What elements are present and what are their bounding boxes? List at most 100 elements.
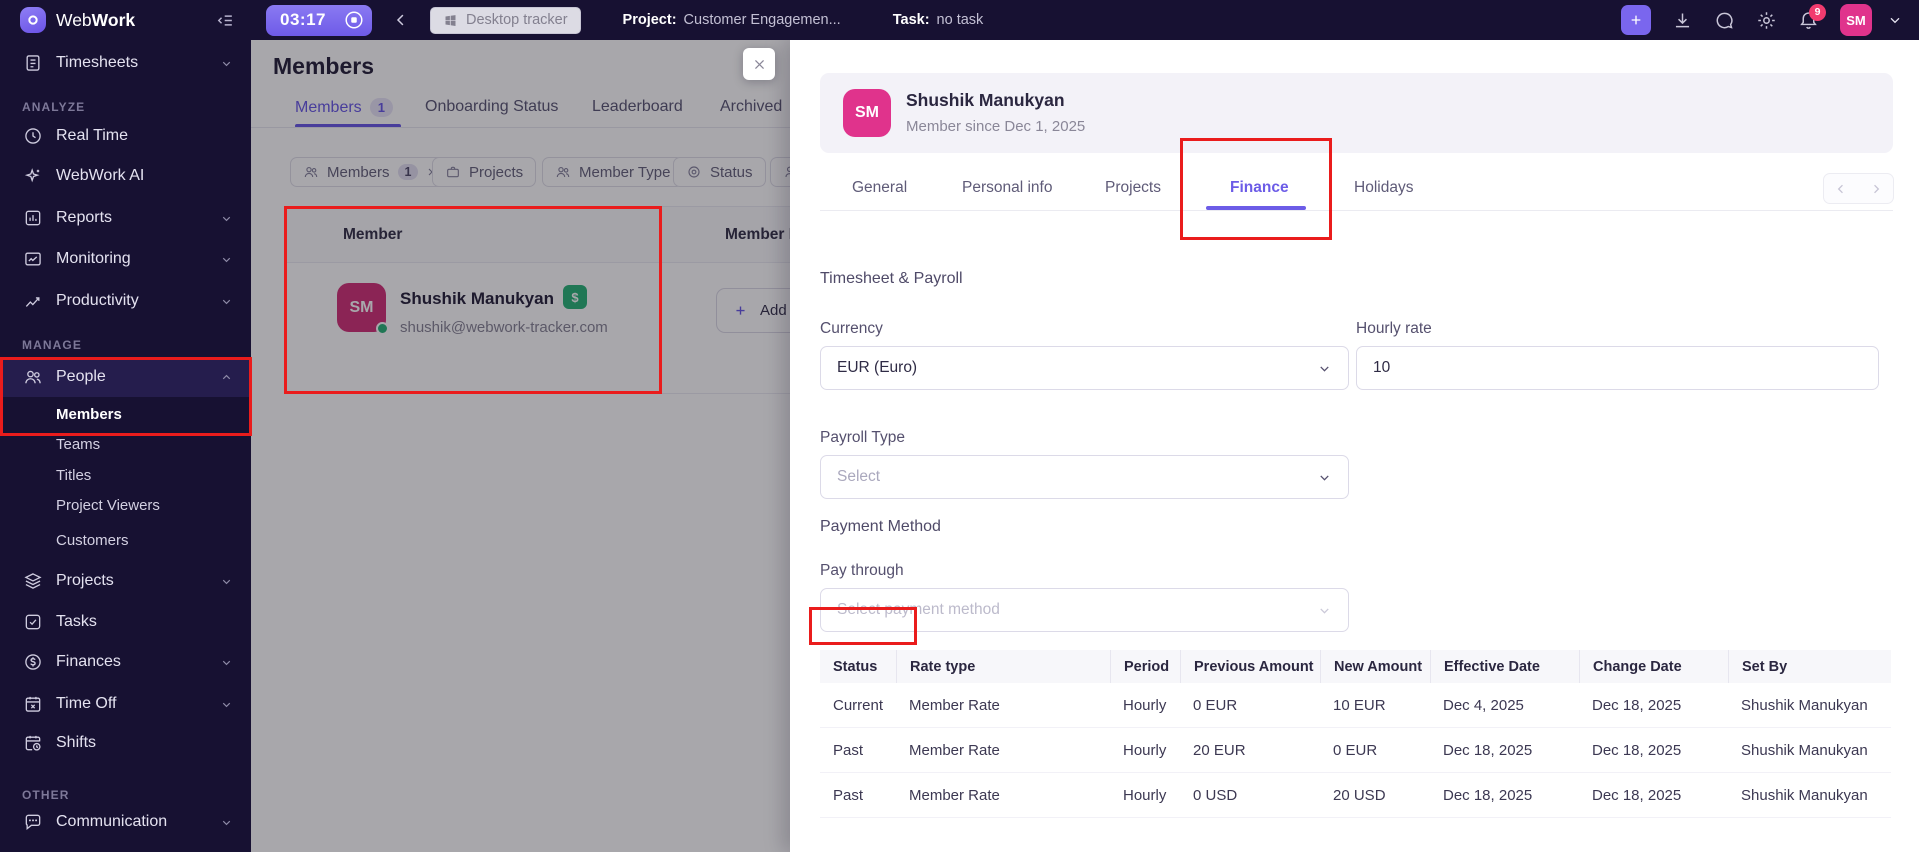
sidebar-item-label: WebWork AI bbox=[56, 167, 144, 185]
current-project: Project: Customer Engagemen... bbox=[623, 12, 841, 28]
sidebar-item-label: Monitoring bbox=[56, 250, 131, 268]
timesheets-icon bbox=[22, 53, 43, 73]
desktop-tracker-label: Desktop tracker bbox=[466, 12, 568, 28]
rate-history-row: Past Member Rate Hourly 20 EUR 0 EUR Dec… bbox=[820, 728, 1891, 773]
chevron-down-icon bbox=[220, 656, 233, 669]
chevron-down-icon bbox=[220, 253, 233, 266]
task-label: Task: bbox=[893, 12, 930, 28]
sidebar-subitem-project-viewers[interactable]: Project Viewers bbox=[0, 491, 251, 519]
sidebar-item-label: Time Off bbox=[56, 695, 116, 713]
sidebar-item-communication[interactable]: Communication bbox=[0, 802, 251, 842]
sidebar: WebWork Timesheets ANALYZE Real Time Web… bbox=[0, 0, 251, 852]
sidebar-item-webwork-ai[interactable]: WebWork AI bbox=[0, 156, 251, 196]
sidebar-item-reports[interactable]: Reports bbox=[0, 198, 251, 238]
calendar-x-icon bbox=[22, 694, 43, 714]
webwork-logo bbox=[20, 7, 46, 33]
pay-through-placeholder: Select payment method bbox=[837, 601, 1000, 619]
gear-icon[interactable] bbox=[1756, 10, 1777, 31]
member-header-banner: SM Shushik Manukyan Member since Dec 1, … bbox=[820, 73, 1893, 153]
notifications-bell-icon[interactable]: 9 bbox=[1798, 10, 1819, 31]
sidebar-item-label: Productivity bbox=[56, 292, 139, 310]
monitoring-icon bbox=[22, 249, 43, 269]
sidebar-item-label: Tasks bbox=[56, 613, 97, 631]
col-previous-amount: Previous Amount bbox=[1180, 650, 1320, 683]
section-payment-method: Payment Method bbox=[820, 518, 941, 536]
sidebar-item-timesheets[interactable]: Timesheets bbox=[0, 43, 251, 83]
section-timesheet-payroll: Timesheet & Payroll bbox=[820, 270, 963, 288]
sidebar-subitem-customers[interactable]: Customers bbox=[0, 526, 251, 554]
topbar-actions: 9 SM bbox=[1621, 4, 1919, 36]
add-new-button[interactable] bbox=[1621, 5, 1651, 35]
sidebar-item-finances[interactable]: Finances bbox=[0, 642, 251, 682]
section-other: OTHER bbox=[22, 788, 70, 802]
tab-projects[interactable]: Projects bbox=[1105, 179, 1161, 197]
sidebar-item-monitoring[interactable]: Monitoring bbox=[0, 239, 251, 279]
sidebar-item-productivity[interactable]: Productivity bbox=[0, 281, 251, 321]
currency-select[interactable]: EUR (Euro) bbox=[820, 346, 1349, 390]
previous-member-icon[interactable] bbox=[1834, 182, 1848, 196]
sidebar-item-time-off[interactable]: Time Off bbox=[0, 684, 251, 724]
sidebar-logo-row: WebWork bbox=[0, 0, 251, 40]
col-change-date: Change Date bbox=[1579, 650, 1728, 683]
finances-icon bbox=[22, 652, 43, 672]
hourly-rate-label: Hourly rate bbox=[1356, 320, 1432, 338]
member-avatar: SM bbox=[843, 89, 891, 137]
rate-history-table: Status Rate type Period Previous Amount … bbox=[820, 650, 1891, 818]
project-label: Project: bbox=[623, 12, 677, 28]
member-since: Member since Dec 1, 2025 bbox=[906, 118, 1085, 135]
back-chevron-icon[interactable] bbox=[392, 11, 410, 29]
sidebar-subitem-members[interactable]: Members bbox=[0, 400, 251, 428]
sidebar-subitem-titles[interactable]: Titles bbox=[0, 461, 251, 489]
user-menu-chevron-icon[interactable] bbox=[1887, 12, 1903, 28]
download-icon[interactable] bbox=[1672, 10, 1693, 31]
user-avatar[interactable]: SM bbox=[1840, 4, 1872, 36]
payroll-type-label: Payroll Type bbox=[820, 429, 905, 447]
payroll-type-placeholder: Select bbox=[837, 468, 880, 486]
chevron-down-icon bbox=[220, 212, 233, 225]
close-detail-icon[interactable] bbox=[743, 48, 775, 80]
project-value: Customer Engagemen... bbox=[684, 12, 841, 28]
next-member-icon[interactable] bbox=[1869, 182, 1883, 196]
chevron-down-icon bbox=[220, 57, 233, 70]
reports-icon bbox=[22, 208, 43, 228]
chevron-down-icon bbox=[1317, 470, 1332, 485]
sidebar-item-tasks[interactable]: Tasks bbox=[0, 602, 251, 642]
tab-general[interactable]: General bbox=[852, 179, 907, 197]
payroll-type-select[interactable]: Select bbox=[820, 455, 1349, 499]
sidebar-item-label: Reports bbox=[56, 209, 112, 227]
chevron-down-icon bbox=[220, 698, 233, 711]
stop-timer-icon[interactable] bbox=[343, 9, 365, 31]
tabs-divider bbox=[820, 210, 1893, 211]
chevron-down-icon bbox=[1317, 361, 1332, 376]
section-manage: MANAGE bbox=[22, 338, 82, 352]
sidebar-item-label: Finances bbox=[56, 653, 121, 671]
chevron-down-icon bbox=[1317, 603, 1332, 618]
sidebar-item-label: Real Time bbox=[56, 127, 128, 145]
tab-holidays[interactable]: Holidays bbox=[1354, 179, 1413, 197]
sidebar-item-projects[interactable]: Projects bbox=[0, 561, 251, 601]
hourly-rate-field bbox=[1356, 346, 1879, 390]
sidebar-item-people[interactable]: People bbox=[0, 357, 251, 397]
chevron-down-icon bbox=[220, 295, 233, 308]
member-pager bbox=[1823, 173, 1894, 204]
rate-history-row: Past Member Rate Hourly 0 USD 20 USD Dec… bbox=[820, 773, 1891, 818]
tab-personal-info[interactable]: Personal info bbox=[962, 179, 1052, 197]
webwork-app: 03:17 Desktop tracker Project: Customer … bbox=[0, 0, 1919, 852]
sidebar-subitem-teams[interactable]: Teams bbox=[0, 430, 251, 458]
sidebar-item-label: Timesheets bbox=[56, 54, 138, 72]
col-period: Period bbox=[1110, 650, 1180, 683]
chat-icon[interactable] bbox=[1714, 10, 1735, 31]
productivity-icon bbox=[22, 291, 43, 311]
current-task: Task: no task bbox=[893, 12, 984, 28]
tab-finance[interactable]: Finance bbox=[1230, 179, 1289, 197]
sidebar-item-real-time[interactable]: Real Time bbox=[0, 116, 251, 156]
sidebar-item-shifts[interactable]: Shifts bbox=[0, 723, 251, 763]
hourly-rate-input[interactable] bbox=[1373, 359, 1862, 377]
col-rate-type: Rate type bbox=[896, 650, 1110, 683]
desktop-tracker-button[interactable]: Desktop tracker bbox=[430, 7, 581, 34]
pay-through-select[interactable]: Select payment method bbox=[820, 588, 1349, 632]
collapse-sidebar-icon[interactable] bbox=[216, 11, 235, 30]
timer-pill[interactable]: 03:17 bbox=[266, 5, 372, 36]
pay-through-label: Pay through bbox=[820, 562, 904, 580]
chevron-down-icon bbox=[220, 575, 233, 588]
